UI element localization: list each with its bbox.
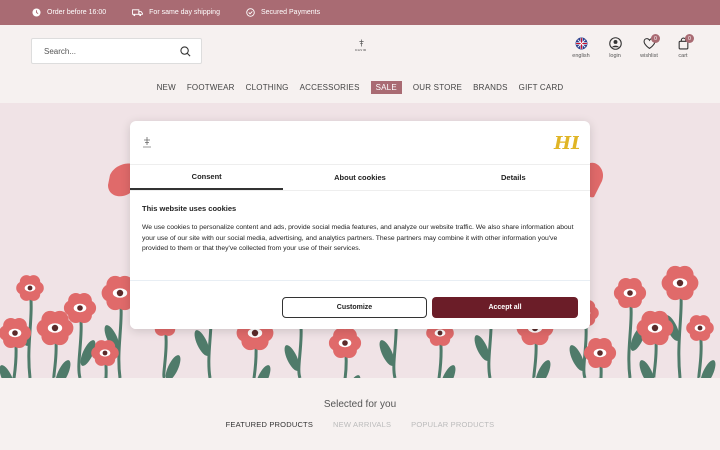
logo-mark-icon xyxy=(358,39,364,47)
cookie-title: This website uses cookies xyxy=(142,204,237,213)
login-link[interactable]: login xyxy=(604,37,626,59)
nav-item-footwear[interactable]: FOOTWEAR xyxy=(187,81,235,94)
search-box[interactable] xyxy=(31,38,202,64)
user-icon[interactable] xyxy=(608,37,622,50)
nav-item-new[interactable]: NEW xyxy=(157,81,176,94)
tab-featured-products[interactable]: FEATURED PRODUCTS xyxy=(226,420,313,429)
cookie-dialog-header: HL xyxy=(130,121,590,165)
hl-brand-badge-icon: HL xyxy=(553,133,579,154)
wishlist-link[interactable]: 0 wishlist xyxy=(638,34,660,59)
language-label: english xyxy=(572,53,590,59)
truck-icon xyxy=(132,9,144,17)
search-icon[interactable] xyxy=(180,45,191,57)
section-title: Selected for you xyxy=(323,399,397,410)
nav-item-our-store[interactable]: OUR STORE xyxy=(413,81,462,94)
nav-item-accessories[interactable]: ACCESSORIES xyxy=(300,81,360,94)
shield-check-icon xyxy=(246,8,255,17)
selected-section: Selected for you FEATURED PRODUCTS NEW A… xyxy=(0,378,720,450)
search-input[interactable] xyxy=(44,46,180,56)
language-selector[interactable]: english xyxy=(570,37,592,59)
cart-link[interactable]: 0 cart xyxy=(672,34,694,59)
logo-text: DAVID xyxy=(355,48,367,52)
cookie-dialog-body: This website uses cookies We use cookies… xyxy=(130,191,590,280)
header-icons: english login 0 wishlist 0 cart xyxy=(570,34,694,59)
site-logo[interactable]: DAVID xyxy=(352,39,370,59)
login-label: login xyxy=(609,53,621,59)
nav-item-gift-card[interactable]: GIFT CARD xyxy=(519,81,564,94)
main-nav: NEW FOOTWEAR CLOTHING ACCESSORIES SALE O… xyxy=(0,81,720,94)
tab-about-cookies[interactable]: About cookies xyxy=(283,165,436,190)
product-tabs: FEATURED PRODUCTS NEW ARRIVALS POPULAR P… xyxy=(0,420,720,429)
clock-icon xyxy=(32,8,41,17)
cookie-dialog-footer: Customize Accept all xyxy=(130,280,590,329)
topbar-text: Secured Payments xyxy=(260,9,321,16)
tab-consent[interactable]: Consent xyxy=(130,165,284,190)
cookie-tabs: Consent About cookies Details xyxy=(130,165,590,191)
nav-item-sale[interactable]: SALE xyxy=(370,81,402,94)
hl-badge-text: HL xyxy=(553,133,579,154)
cookie-description: We use cookies to personalize content an… xyxy=(142,224,574,252)
tab-new-arrivals[interactable]: NEW ARRIVALS xyxy=(333,420,391,429)
cart-badge: 0 xyxy=(685,34,694,43)
topbar-item-payments: Secured Payments xyxy=(246,8,320,17)
site-logo-icon xyxy=(143,137,151,148)
cookie-consent-dialog: HL Consent About cookies Details This we… xyxy=(130,121,590,329)
wishlist-badge: 0 xyxy=(651,34,660,43)
nav-item-brands[interactable]: BRANDS xyxy=(473,81,508,94)
topbar-text: For same day shipping xyxy=(149,9,220,16)
nav-item-clothing[interactable]: CLOTHING xyxy=(246,81,289,94)
wishlist-label: wishlist xyxy=(640,53,658,59)
accept-all-button[interactable]: Accept all xyxy=(432,297,578,318)
uk-flag-icon[interactable] xyxy=(575,37,588,50)
customize-button[interactable]: Customize xyxy=(282,297,427,318)
tab-popular-products[interactable]: POPULAR PRODUCTS xyxy=(411,420,494,429)
topbar-item-shipping: For same day shipping xyxy=(132,8,220,17)
topbar-text: Order before 16:00 xyxy=(47,9,107,16)
cart-label: cart xyxy=(678,53,688,59)
top-bar: Order before 16:00 For same day shipping… xyxy=(0,0,720,25)
topbar-item-order: Order before 16:00 xyxy=(32,8,106,17)
tab-details[interactable]: Details xyxy=(437,165,590,190)
